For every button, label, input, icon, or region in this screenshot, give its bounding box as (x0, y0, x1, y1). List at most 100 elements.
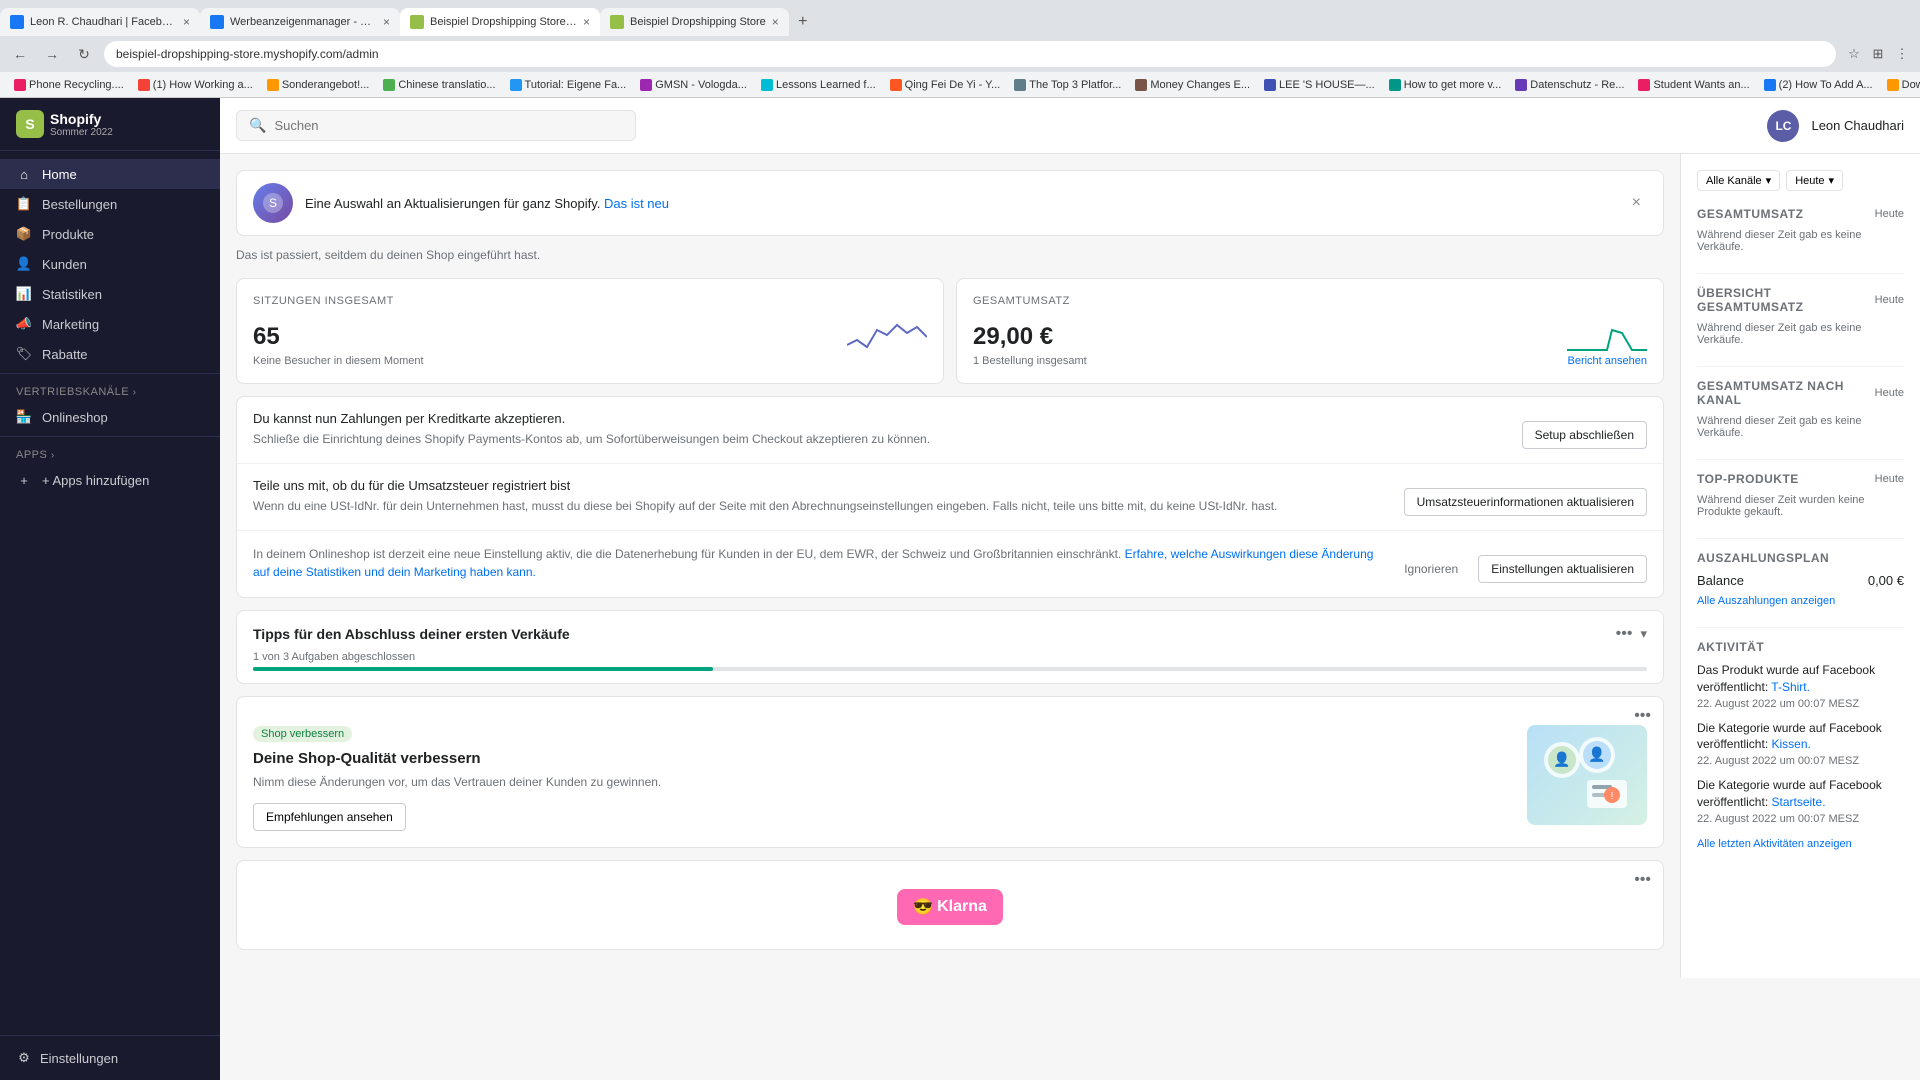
menu-icon[interactable]: ⋮ (1892, 44, 1912, 64)
panel-activity: AKTIVITÄT Das Produkt wurde auf Facebook… (1697, 640, 1904, 850)
tips-title: Tipps für den Abschluss deiner ersten Ve… (253, 626, 570, 642)
panel-filters: Alle Kanäle ▾ Heute ▾ (1697, 170, 1904, 191)
tab-3[interactable]: Beispiel Dropshipping Store ... × (400, 8, 600, 36)
panel-overview: ÜBERSICHT GESAMTUMSATZ Heute Während die… (1697, 286, 1904, 346)
tab-label-3: Beispiel Dropshipping Store ... (430, 16, 577, 28)
progress-text: 1 von 3 Aufgaben abgeschlossen (253, 651, 1647, 663)
klarna-header: ••• (237, 861, 1663, 889)
address-input[interactable] (104, 41, 1836, 67)
bookmark-2[interactable]: (1) How Working a... (132, 77, 259, 93)
sidebar-item-analytics[interactable]: 📊 Statistiken (0, 279, 220, 309)
tips-more-button[interactable]: ••• (1616, 625, 1633, 643)
back-button[interactable]: ← (8, 42, 32, 66)
bookmarks-bar: Phone Recycling.... (1) How Working a...… (0, 72, 1920, 98)
improve-button[interactable]: Empfehlungen ansehen (253, 803, 406, 831)
tab-2[interactable]: Werbeanzeigenmanager - We... × (200, 8, 400, 36)
new-tab-button[interactable]: + (789, 8, 817, 36)
bookmark-9[interactable]: The Top 3 Platfor... (1008, 77, 1127, 93)
page-body: S Eine Auswahl an Aktualisierungen für g… (220, 154, 1920, 978)
revenue-report-link[interactable]: Bericht ansehen (1568, 355, 1648, 367)
panel-total-revenue: GESAMTUMSATZ Heute Während dieser Zeit g… (1697, 207, 1904, 253)
all-activities-link[interactable]: Alle letzten Aktivitäten anzeigen (1697, 838, 1852, 850)
tax-update-button[interactable]: Umsatzsteuerinformationen aktualisieren (1404, 488, 1647, 516)
customers-icon: 👤 (16, 256, 32, 272)
apps-chevron[interactable]: › (51, 450, 55, 461)
action-section: Du kannst nun Zahlungen per Kreditkarte … (236, 396, 1664, 598)
banner-link[interactable]: Das ist neu (604, 196, 669, 211)
extension-icon[interactable]: ⊞ (1868, 44, 1888, 64)
tab-favicon-2 (210, 15, 224, 29)
bookmark-16[interactable]: Download - Cooki... (1881, 77, 1920, 93)
bookmark-4[interactable]: Chinese translatio... (377, 77, 501, 93)
klarna-logo: 😎 Klarna (897, 889, 1003, 925)
today-filter[interactable]: Heute ▾ (1786, 170, 1843, 191)
sidebar-divider-1 (0, 373, 220, 374)
settings-item[interactable]: ⚙ Einstellungen (16, 1044, 204, 1072)
privacy-link[interactable]: Erfahre, welche Auswirkungen diese Änder… (253, 547, 1373, 579)
svg-text:!: ! (1611, 791, 1614, 802)
bookmark-10[interactable]: Money Changes E... (1129, 77, 1256, 93)
sidebar-item-products-label: Produkte (42, 227, 94, 242)
products-icon: 📦 (16, 226, 32, 242)
bookmark-12[interactable]: How to get more v... (1383, 77, 1508, 93)
tips-collapse-button[interactable]: ▾ (1640, 626, 1647, 642)
sidebar-item-discounts[interactable]: 🏷 Rabatte (0, 339, 220, 369)
activity-3-link[interactable]: Startseite. (1772, 795, 1826, 809)
tab-1[interactable]: Leon R. Chaudhari | Facebook × (0, 8, 200, 36)
user-avatar[interactable]: LC (1767, 110, 1799, 142)
user-name: Leon Chaudhari (1811, 118, 1904, 133)
refresh-button[interactable]: ↻ (72, 42, 96, 66)
bookmark-1[interactable]: Phone Recycling.... (8, 77, 130, 93)
all-payouts-link[interactable]: Alle Auszahlungen anzeigen (1697, 595, 1835, 607)
panel-top-products: TOP-PRODUKTE Heute Während dieser Zeit w… (1697, 472, 1904, 518)
tab-close-1[interactable]: × (183, 15, 190, 29)
klarna-more-button[interactable]: ••• (1634, 871, 1651, 889)
panel-payout: AUSZAHLUNGSPLAN Balance 0,00 € Alle Ausz… (1697, 551, 1904, 607)
sidebar-item-orders[interactable]: 📋 Bestellungen (0, 189, 220, 219)
tax-action-desc: Wenn du eine USt-IdNr. für dein Unterneh… (253, 497, 1392, 515)
bookmark-icon[interactable]: ☆ (1844, 44, 1864, 64)
sidebar-item-customers[interactable]: 👤 Kunden (0, 249, 220, 279)
bookmark-15[interactable]: (2) How To Add A... (1758, 77, 1879, 93)
bookmark-11[interactable]: LEE 'S HOUSE—... (1258, 77, 1381, 93)
tax-btn-row: Umsatzsteuerinformationen aktualisieren (1404, 488, 1647, 516)
sidebar-item-discounts-label: Rabatte (42, 347, 88, 362)
activity-1-link[interactable]: T-Shirt. (1771, 680, 1810, 694)
sidebar-item-online-store[interactable]: 🏪 Onlineshop (0, 402, 220, 432)
sidebar-item-products[interactable]: 📦 Produkte (0, 219, 220, 249)
activity-2-date: 22. August 2022 um 00:07 MESZ (1697, 755, 1904, 767)
sales-channels-chevron[interactable]: › (133, 387, 137, 398)
panel-overview-label: ÜBERSICHT GESAMTUMSATZ (1697, 286, 1875, 314)
bookmark-14[interactable]: Student Wants an... (1632, 77, 1755, 93)
banner-close-button[interactable]: × (1626, 192, 1647, 214)
tab-close-2[interactable]: × (383, 15, 390, 29)
bookmark-13[interactable]: Datenschutz - Re... (1509, 77, 1630, 93)
improve-more-button[interactable]: ••• (1634, 707, 1651, 725)
privacy-action-desc: In deinem Onlineshop ist derzeit eine ne… (253, 545, 1380, 581)
bookmark-7[interactable]: Lessons Learned f... (755, 77, 882, 93)
panel-divider-1 (1697, 273, 1904, 274)
panel-divider-2 (1697, 366, 1904, 367)
tab-close-4[interactable]: × (772, 15, 779, 29)
right-panel: Alle Kanäle ▾ Heute ▾ GESAMTUMSATZ Heute… (1680, 154, 1920, 978)
bookmark-8[interactable]: Qing Fei De Yi - Y... (884, 77, 1007, 93)
ignore-button[interactable]: Ignorieren (1392, 555, 1470, 583)
shopify-logo-icon: S (16, 110, 44, 138)
privacy-settings-button[interactable]: Einstellungen aktualisieren (1478, 555, 1647, 583)
bookmark-3[interactable]: Sonderangebot!... (261, 77, 375, 93)
bookmark-6[interactable]: GMSN - Vologda... (634, 77, 753, 93)
setup-complete-button[interactable]: Setup abschließen (1522, 421, 1647, 449)
panel-activity-label: AKTIVITÄT (1697, 640, 1764, 654)
tab-close-3[interactable]: × (583, 15, 590, 29)
tab-4[interactable]: Beispiel Dropshipping Store × (600, 8, 789, 36)
activity-2-link[interactable]: Kissen. (1772, 737, 1811, 751)
tab-bar: Leon R. Chaudhari | Facebook × Werbeanze… (0, 0, 1920, 36)
search-input[interactable] (274, 118, 623, 133)
sidebar-item-home[interactable]: ⌂ Home (0, 159, 220, 189)
add-apps-button[interactable]: + + Apps hinzufügen (0, 465, 220, 495)
bookmark-5[interactable]: Tutorial: Eigene Fa... (504, 77, 633, 93)
revenue-label: GESAMTUMSATZ (973, 295, 1647, 307)
sidebar-item-marketing[interactable]: 📣 Marketing (0, 309, 220, 339)
all-channels-filter[interactable]: Alle Kanäle ▾ (1697, 170, 1780, 191)
forward-button[interactable]: → (40, 42, 64, 66)
